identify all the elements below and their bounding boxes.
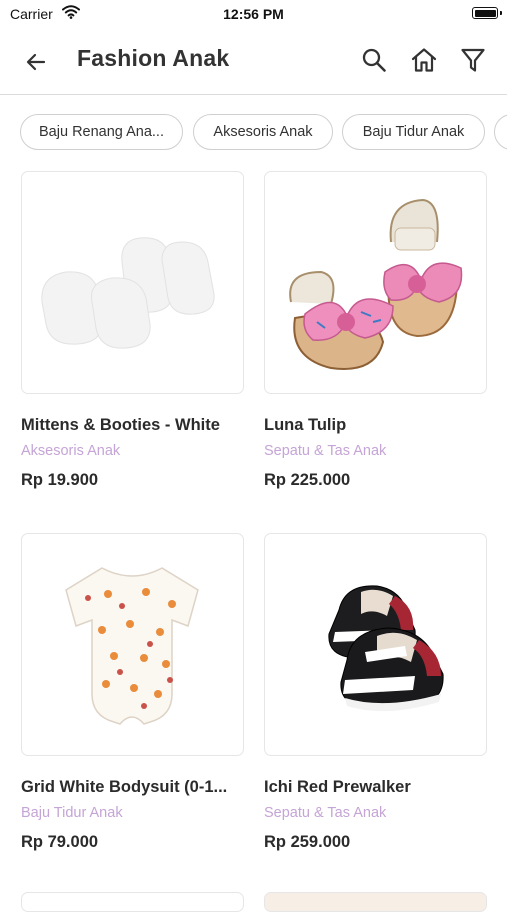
home-icon[interactable] [409, 45, 439, 75]
mittens-booties-illustration [41, 237, 215, 349]
luna-tulip-sandals-illustration [289, 198, 463, 370]
search-icon[interactable] [359, 45, 389, 75]
product-category[interactable]: Sepatu & Tas Anak [264, 805, 386, 821]
chip-label: Baju Tidur Anak [362, 124, 465, 140]
filter-icon[interactable] [458, 45, 488, 75]
product-price: Rp 259.000 [264, 833, 351, 851]
product-card-partial[interactable] [21, 892, 244, 912]
chip-partial[interactable] [494, 114, 507, 150]
chip-label: Aksesoris Anak [213, 124, 313, 140]
product-category[interactable]: Aksesoris Anak [21, 443, 120, 459]
product-image-grid-white-bodysuit[interactable] [21, 533, 244, 756]
battery-cap [500, 11, 502, 15]
product-category[interactable]: Baju Tidur Anak [21, 805, 123, 821]
product-name[interactable]: Mittens & Booties - White [21, 416, 247, 435]
prewalker-shoes-illustration [328, 585, 444, 712]
clock: 12:56 PM [223, 6, 284, 22]
product-name[interactable]: Ichi Red Prewalker [264, 778, 490, 797]
product-card-partial[interactable] [264, 892, 487, 912]
product-name[interactable]: Luna Tulip [264, 416, 490, 435]
product-image-mittens-booties[interactable] [21, 171, 244, 394]
product-image-ichi-red-prewalker[interactable] [264, 533, 487, 756]
page-title: Fashion Anak [77, 45, 230, 71]
battery-icon [472, 7, 498, 19]
product-price: Rp 19.900 [21, 471, 99, 489]
product-category[interactable]: Sepatu & Tas Anak [264, 443, 386, 459]
product-price: Rp 79.000 [21, 833, 99, 851]
chip-aksesoris-anak[interactable]: Aksesoris Anak [193, 114, 333, 150]
chip-baju-tidur-anak[interactable]: Baju Tidur Anak [342, 114, 485, 150]
product-image-luna-tulip[interactable] [264, 171, 487, 394]
status-bar: Carrier 12:56 PM [0, 0, 507, 28]
product-name[interactable]: Grid White Bodysuit (0-1... [21, 778, 247, 797]
back-arrow-icon[interactable] [22, 48, 50, 76]
app-header: Fashion Anak [0, 30, 507, 95]
chip-label: Baju Renang Ana... [39, 124, 164, 140]
bodysuit-illustration [65, 567, 199, 725]
chip-baju-renang-anak[interactable]: Baju Renang Ana... [20, 114, 183, 150]
category-chip-row: Baju Renang Ana... Aksesoris Anak Baju T… [0, 114, 507, 152]
product-price: Rp 225.000 [264, 471, 351, 489]
